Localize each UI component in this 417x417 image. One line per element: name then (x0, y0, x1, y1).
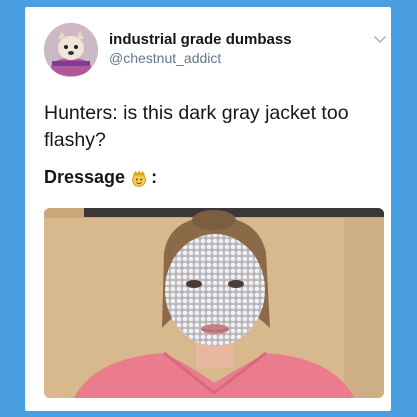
crown-face-emoji-icon (132, 169, 146, 187)
tweet-photo[interactable] (44, 208, 384, 398)
avatar[interactable] (44, 23, 98, 77)
user-handle[interactable]: @chestnut_addict (109, 50, 221, 66)
chevron-down-icon[interactable] (374, 36, 386, 44)
caption-suffix: : (151, 167, 158, 187)
tweet-card: industrial grade dumbass @chestnut_addic… (25, 7, 391, 411)
tweet-text: Hunters: is this dark gray jacket too fl… (44, 102, 349, 151)
caption-label: Dressage (44, 167, 126, 187)
caption-line: Dressage : (44, 167, 157, 188)
user-display-name[interactable]: industrial grade dumbass (109, 31, 292, 48)
